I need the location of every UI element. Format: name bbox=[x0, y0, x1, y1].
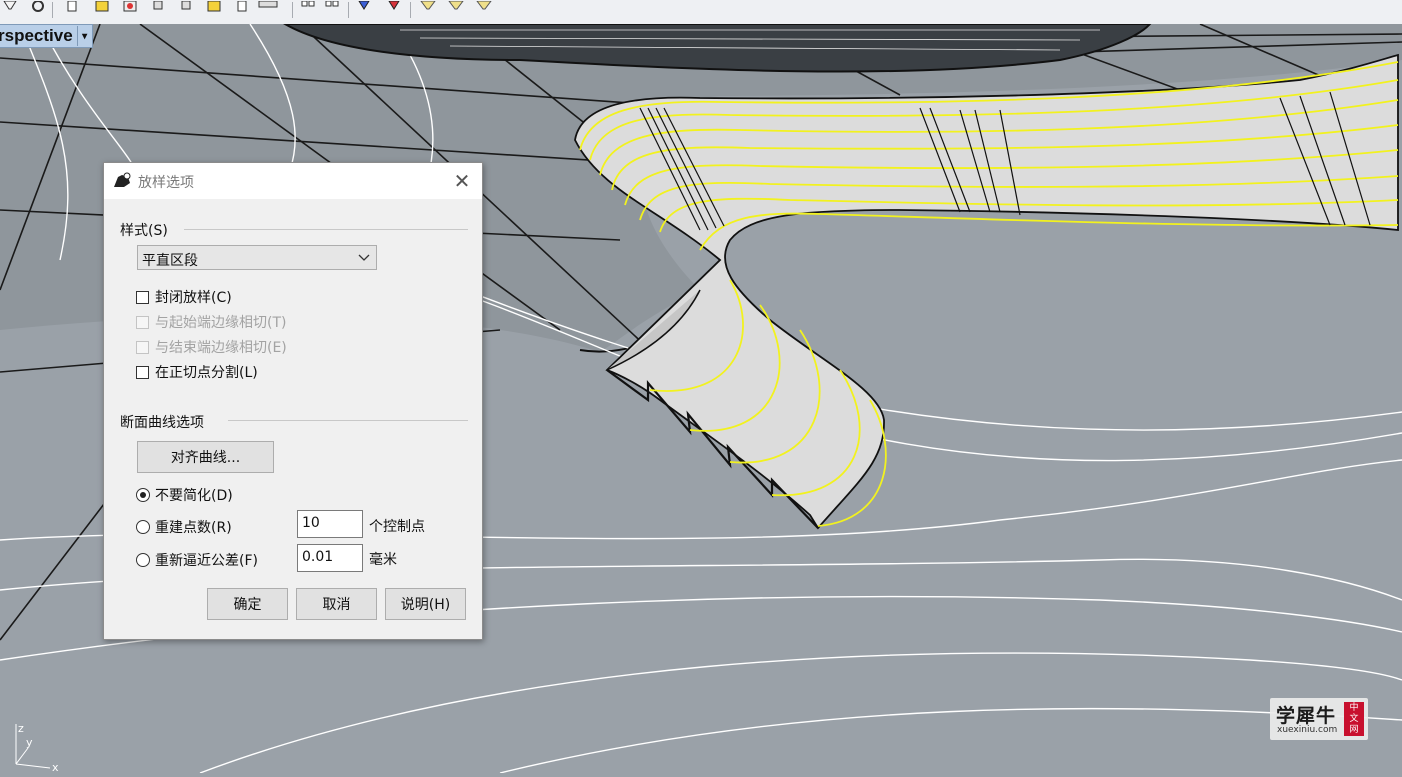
funnel-icon-4[interactable] bbox=[474, 1, 494, 17]
viewport-menu-arrow-icon[interactable]: ▾ bbox=[76, 26, 92, 46]
radio-button[interactable] bbox=[136, 553, 150, 567]
toolbar bbox=[0, 0, 1402, 25]
style-select-value: 平直区段 bbox=[142, 253, 198, 269]
funnel-icon-2[interactable] bbox=[418, 1, 438, 17]
document-icon[interactable] bbox=[62, 1, 82, 17]
radio-label: 重新逼近公差(F) bbox=[155, 553, 258, 569]
section-group-label: 断面曲线选项 bbox=[120, 415, 204, 431]
checkbox-match-start-tangent: 与起始端边缘相切(T) bbox=[136, 312, 286, 332]
style-group-label: 样式(S) bbox=[120, 223, 168, 239]
funnel-icon-3[interactable] bbox=[446, 1, 466, 17]
watermark-url: xuexiniu.com bbox=[1277, 725, 1338, 735]
layer-icon[interactable] bbox=[148, 1, 168, 17]
checkbox-box[interactable] bbox=[136, 365, 149, 379]
grid-icon-2[interactable] bbox=[322, 1, 342, 17]
radio-label: 重建点数(R) bbox=[155, 520, 232, 536]
viewport-tab[interactable]: rspective ▾ bbox=[0, 24, 93, 48]
transform-icon[interactable] bbox=[354, 1, 374, 17]
render-icon[interactable] bbox=[120, 1, 140, 17]
checkbox-match-end-tangent: 与结束端边缘相切(E) bbox=[136, 337, 287, 357]
checkbox-label: 与结束端边缘相切(E) bbox=[155, 340, 287, 356]
style-group-divider bbox=[184, 229, 468, 230]
badge-char: 文 bbox=[1349, 713, 1359, 724]
viewport-name: rspective bbox=[0, 26, 73, 45]
tolerance-unit: 毫米 bbox=[369, 552, 397, 568]
radio-label: 不要简化(D) bbox=[155, 488, 233, 504]
grid-icon[interactable] bbox=[298, 1, 318, 17]
checkbox-closed-loft[interactable]: 封闭放样(C) bbox=[136, 287, 232, 307]
section-group-divider bbox=[228, 420, 468, 421]
axis-z-label: z bbox=[18, 722, 24, 735]
radio-rebuild[interactable]: 重建点数(R) bbox=[136, 517, 232, 537]
material-icon[interactable] bbox=[204, 1, 224, 17]
rhino-app-icon bbox=[112, 171, 132, 191]
network-icon[interactable] bbox=[258, 1, 278, 17]
cancel-button[interactable]: 取消 bbox=[296, 588, 377, 620]
light-icon[interactable] bbox=[92, 1, 112, 17]
radio-button[interactable] bbox=[136, 520, 150, 534]
ok-button[interactable]: 确定 bbox=[207, 588, 288, 620]
dialog-title: 放样选项 bbox=[138, 175, 194, 191]
funnel-icon[interactable] bbox=[0, 1, 20, 17]
layer-icon-2[interactable] bbox=[176, 1, 196, 17]
chevron-down-icon bbox=[358, 254, 370, 261]
properties-icon[interactable] bbox=[232, 1, 252, 17]
dialog-titlebar[interactable]: 放样选项 ✕ bbox=[104, 163, 482, 199]
radio-do-not-simplify[interactable]: 不要简化(D) bbox=[136, 485, 233, 505]
refit-tolerance-input[interactable]: 0.01 bbox=[297, 544, 363, 572]
watermark-title: 学犀牛 bbox=[1276, 705, 1337, 727]
loft-options-dialog: 放样选项 ✕ 样式(S) 平直区段 封闭放样(C) 与起始端边缘相切(T) 与结… bbox=[103, 162, 483, 640]
checkbox-box[interactable] bbox=[136, 290, 149, 304]
axis-indicator: z y x bbox=[8, 718, 68, 774]
style-select[interactable]: 平直区段 bbox=[137, 245, 377, 270]
checkbox-box bbox=[136, 315, 149, 329]
checkbox-box bbox=[136, 340, 149, 354]
close-icon[interactable]: ✕ bbox=[450, 169, 474, 193]
help-button[interactable]: 说明(H) bbox=[385, 588, 466, 620]
rebuild-points-input[interactable]: 10 bbox=[297, 510, 363, 538]
align-curves-button[interactable]: 对齐曲线... bbox=[137, 441, 274, 473]
axis-x-label: x bbox=[52, 761, 59, 773]
badge-char: 网 bbox=[1349, 724, 1359, 735]
watermark-badge: 中 文 网 bbox=[1344, 702, 1364, 736]
checkbox-label: 与起始端边缘相切(T) bbox=[155, 315, 287, 331]
control-points-unit: 个控制点 bbox=[369, 519, 425, 535]
rotate-icon[interactable] bbox=[28, 1, 48, 17]
transform-icon-2[interactable] bbox=[384, 1, 404, 17]
watermark: 学犀牛 xuexiniu.com 中 文 网 bbox=[1270, 698, 1368, 740]
radio-refit[interactable]: 重新逼近公差(F) bbox=[136, 550, 258, 570]
badge-char: 中 bbox=[1349, 702, 1359, 713]
checkbox-label: 在正切点分割(L) bbox=[155, 365, 258, 381]
checkbox-label: 封闭放样(C) bbox=[155, 290, 232, 306]
radio-button[interactable] bbox=[136, 488, 150, 502]
axis-y-label: y bbox=[26, 736, 33, 749]
checkbox-split-at-tangents[interactable]: 在正切点分割(L) bbox=[136, 362, 258, 382]
